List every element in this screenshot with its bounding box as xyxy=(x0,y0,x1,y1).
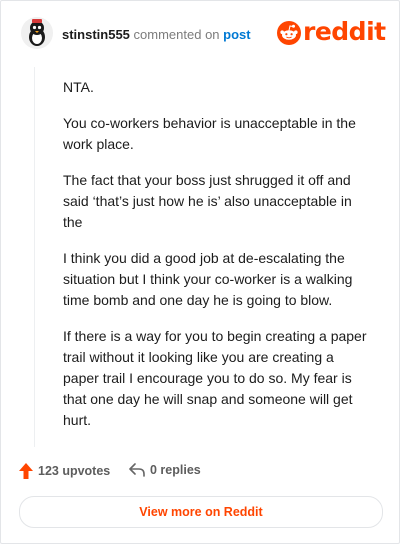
comment-embed-card: stinstin555 commented on post reddit NTA… xyxy=(0,0,400,544)
upvote-count: 123 upvotes xyxy=(38,464,111,478)
post-link[interactable]: post xyxy=(223,27,250,42)
thread-line[interactable] xyxy=(34,67,35,447)
reply-button[interactable]: 0 replies xyxy=(129,463,201,477)
reply-count: 0 replies xyxy=(150,463,201,477)
comment-paragraph: You co-workers behavior is unacceptable … xyxy=(63,115,356,152)
comment-paragraph: I think you did a good job at de-escalat… xyxy=(63,250,353,308)
commented-on-text: commented on xyxy=(133,27,220,42)
reddit-logo-icon xyxy=(277,21,301,45)
reddit-logo[interactable]: reddit xyxy=(277,17,386,48)
comment-paragraph: NTA. xyxy=(63,79,94,95)
username-link[interactable]: stinstin555 xyxy=(62,27,130,42)
upvote-arrow-icon xyxy=(19,463,33,479)
avatar[interactable] xyxy=(21,17,53,49)
comment-byline: stinstin555 commented on post xyxy=(62,27,251,42)
reply-icon xyxy=(129,463,145,477)
comment-paragraph: The fact that your boss just shrugged it… xyxy=(63,172,352,230)
reddit-wordmark: reddit xyxy=(303,17,386,46)
comment-body: NTA. You co-workers behavior is unaccept… xyxy=(63,77,369,446)
comment-header: stinstin555 commented on post reddit xyxy=(19,17,386,51)
comment-actions: 123 upvotes 0 replies xyxy=(19,461,379,481)
upvote-button[interactable]: 123 upvotes xyxy=(19,463,110,479)
view-more-button[interactable]: View more on Reddit xyxy=(19,496,383,528)
comment-paragraph: If there is a way for you to begin creat… xyxy=(63,328,367,428)
